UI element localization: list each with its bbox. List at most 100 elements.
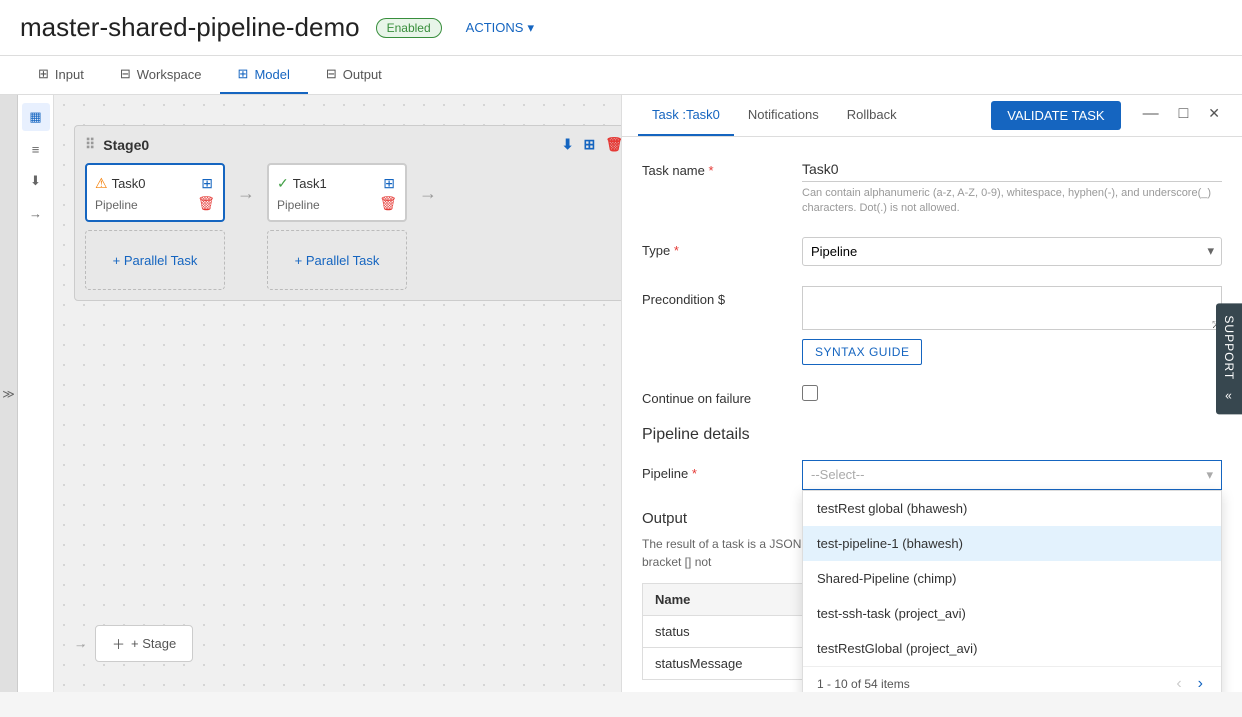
sidebar-grid-icon[interactable]: ▦ xyxy=(22,103,50,131)
add-stage-button[interactable]: ＋ + Stage xyxy=(95,625,193,662)
task-card-task0[interactable]: ⚠ Task0 ⊞ Pipeline 🗑 xyxy=(85,163,225,222)
task-card-task1[interactable]: ✓ Task1 ⊞ Pipeline 🗑 xyxy=(267,163,407,222)
required-star-3: * xyxy=(692,466,697,481)
chevron-down-icon: ▾ xyxy=(527,20,534,36)
stage-download-icon[interactable]: ⬇ xyxy=(562,136,574,153)
precondition-textarea-wrapper: ⤡ xyxy=(802,286,1222,333)
continue-on-failure-checkbox[interactable] xyxy=(802,385,818,401)
dropdown-item-1[interactable]: test-pipeline-1 (bhawesh) xyxy=(803,526,1221,561)
type-select[interactable]: Pipeline Script Deploy Test xyxy=(802,237,1222,266)
add-stage-area: → ＋ + Stage xyxy=(74,625,193,662)
stage-container: ⠿ Stage0 ⬇ ⊞ 🗑 ⚠ xyxy=(74,125,601,301)
dropdown-item-0[interactable]: testRest global (bhawesh) xyxy=(803,491,1221,526)
output-icon: ⊟ xyxy=(326,66,337,82)
type-row: Type * Pipeline Script Deploy Test ▾ xyxy=(642,237,1222,266)
dropdown-item-3[interactable]: test-ssh-task (project_avi) xyxy=(803,596,1221,631)
type-field: Pipeline Script Deploy Test ▾ xyxy=(802,237,1222,266)
pipeline-dropdown-list: testRest global (bhawesh) test-pipeline-… xyxy=(802,490,1222,692)
required-star-2: * xyxy=(674,243,679,258)
prev-page-button[interactable]: ‹ xyxy=(1172,675,1185,692)
ok-icon: ✓ xyxy=(277,175,289,192)
support-tab[interactable]: SUPPORT « xyxy=(1216,303,1242,414)
pipeline-details-title: Pipeline details xyxy=(642,426,1222,444)
task-name-label: Task name * xyxy=(642,157,802,178)
continue-on-failure-wrapper xyxy=(802,385,1222,401)
warning-icon: ⚠ xyxy=(95,175,108,192)
tab-input[interactable]: ⊞ Input xyxy=(20,56,102,94)
dropdown-item-4[interactable]: testRestGlobal (project_avi) xyxy=(803,631,1221,666)
stage-name: Stage0 xyxy=(103,137,149,153)
panel-tabs: Task :Task0 Notifications Rollback VALID… xyxy=(622,95,1242,137)
model-icon: ⊞ xyxy=(238,66,249,82)
continue-on-failure-row: Continue on failure xyxy=(642,385,1222,406)
dropdown-arrow-icon: ▾ xyxy=(1206,467,1213,483)
required-star: * xyxy=(709,163,714,178)
task1-delete-icon[interactable]: 🗑 xyxy=(377,193,399,214)
pipeline-canvas: ⠿ Stage0 ⬇ ⊞ 🗑 ⚠ xyxy=(54,95,622,692)
pagination-buttons: ‹ › xyxy=(1172,675,1207,692)
stage-delete-icon[interactable]: 🗑 xyxy=(605,136,622,153)
stage-header: ⠿ Stage0 ⬇ ⊞ 🗑 xyxy=(85,136,622,153)
continue-on-failure-label: Continue on failure xyxy=(642,385,802,406)
precondition-row: Precondition $ ⤡ SYNTAX GUIDE xyxy=(642,286,1222,365)
stage-box: ⠿ Stage0 ⬇ ⊞ 🗑 ⚠ xyxy=(74,125,622,301)
pipeline-dropdown-field: --Select-- ▾ testRest global (bhawesh) t… xyxy=(802,460,1222,490)
dropdown-item-2[interactable]: Shared-Pipeline (chimp) xyxy=(803,561,1221,596)
close-icon[interactable]: ✕ xyxy=(1202,101,1226,130)
panel-tab-task[interactable]: Task :Task0 xyxy=(638,95,734,136)
tasks-row: ⚠ Task0 ⊞ Pipeline 🗑 + Parall xyxy=(85,163,622,290)
dropdown-footer: 1 - 10 of 54 items ‹ › xyxy=(803,666,1221,692)
task-name-hint: Can contain alphanumeric (a-z, A-Z, 0-9)… xyxy=(802,186,1222,217)
overflow-icon: ≫ xyxy=(2,387,15,401)
sidebar-layers-icon[interactable]: ≡ xyxy=(22,135,50,163)
enabled-badge: Enabled xyxy=(376,18,442,38)
add-stage-icon: ＋ xyxy=(112,634,125,653)
panel-content: Task name * Can contain alphanumeric (a-… xyxy=(622,137,1242,692)
precondition-field: ⤡ SYNTAX GUIDE xyxy=(802,286,1222,365)
type-select-wrapper: Pipeline Script Deploy Test ▾ xyxy=(802,237,1222,266)
precondition-label: Precondition $ xyxy=(642,286,802,307)
header: master-shared-pipeline-demo Enabled ACTI… xyxy=(0,0,1242,56)
stage-copy-icon[interactable]: ⊞ xyxy=(583,136,595,153)
maximize-icon[interactable]: □ xyxy=(1173,101,1195,130)
pipeline-label: Pipeline * xyxy=(642,460,802,481)
actions-button[interactable]: ACTIONS ▾ xyxy=(466,20,534,36)
overflow-toggle[interactable]: ≫ xyxy=(0,95,18,692)
validate-task-button[interactable]: VALIDATE TASK xyxy=(991,101,1120,130)
connector-arrow-2: → xyxy=(419,163,437,204)
main-layout: ≫ ▦ ≡ ⬇ → ⠿ Stage0 ⬇ ⊞ 🗑 xyxy=(0,95,1242,692)
page-title: master-shared-pipeline-demo xyxy=(20,12,360,43)
tab-output[interactable]: ⊟ Output xyxy=(308,56,400,94)
pipeline-select-trigger[interactable]: --Select-- ▾ xyxy=(802,460,1222,490)
input-icon: ⊞ xyxy=(38,66,49,82)
task1-copy-icon[interactable]: ⊞ xyxy=(381,173,397,194)
task-name-field: Can contain alphanumeric (a-z, A-Z, 0-9)… xyxy=(802,157,1222,217)
sidebar-download-icon[interactable]: ⬇ xyxy=(22,167,50,195)
minimize-icon[interactable]: — xyxy=(1137,101,1165,130)
task0-delete-icon[interactable]: 🗑 xyxy=(195,193,217,214)
panel-tab-rollback[interactable]: Rollback xyxy=(833,95,911,136)
tab-workspace[interactable]: ⊟ Workspace xyxy=(102,56,220,94)
panel-tab-notifications[interactable]: Notifications xyxy=(734,95,833,136)
pipeline-row: Pipeline * --Select-- ▾ testRest global … xyxy=(642,460,1222,490)
syntax-guide-button[interactable]: SYNTAX GUIDE xyxy=(802,339,922,365)
right-panel: Task :Task0 Notifications Rollback VALID… xyxy=(622,95,1242,692)
task-name-row: Task name * Can contain alphanumeric (a-… xyxy=(642,157,1222,217)
type-label: Type * xyxy=(642,237,802,258)
add-parallel-task1[interactable]: + Parallel Task xyxy=(267,230,407,290)
drag-handle-icon[interactable]: ⠿ xyxy=(85,136,95,153)
tab-model[interactable]: ⊞ Model xyxy=(220,56,308,94)
pagination-label: 1 - 10 of 54 items xyxy=(817,677,910,691)
pipeline-placeholder: --Select-- xyxy=(811,467,864,482)
sidebar-arrow-icon[interactable]: → xyxy=(22,199,50,227)
nav-tabs: ⊞ Input ⊟ Workspace ⊞ Model ⊟ Output xyxy=(0,56,1242,95)
continue-on-failure-field xyxy=(802,385,1222,401)
support-arrow-icon: « xyxy=(1225,388,1233,402)
task-name-input[interactable] xyxy=(802,157,1222,182)
next-page-button[interactable]: › xyxy=(1194,675,1207,692)
precondition-input[interactable] xyxy=(802,286,1222,330)
workspace-icon: ⊟ xyxy=(120,66,131,82)
add-parallel-task0[interactable]: + Parallel Task xyxy=(85,230,225,290)
task0-copy-icon[interactable]: ⊞ xyxy=(199,173,215,194)
connector-arrow: → xyxy=(237,163,255,204)
